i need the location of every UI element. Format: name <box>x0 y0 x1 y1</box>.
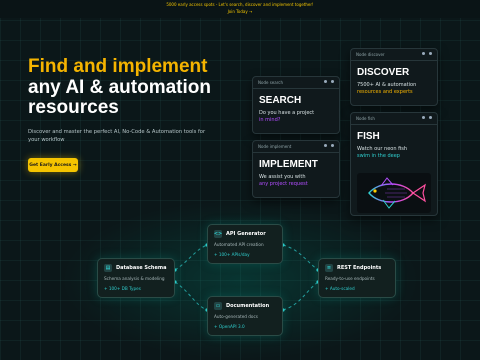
server-icon: ≡ <box>325 264 333 272</box>
node-title: API Generator <box>226 231 266 237</box>
node-stat: + OpenAPI 3.0 <box>214 324 245 329</box>
node-api-generator[interactable]: <> API Generator Automated API creation +… <box>207 224 283 264</box>
node-documentation[interactable]: ▭ Documentation Auto-generated docs + Ope… <box>207 296 283 336</box>
node-title: REST Endpoints <box>337 265 382 271</box>
node-title: Database Schema <box>116 265 167 271</box>
node-stat: + 100+ DB Types <box>104 286 141 291</box>
node-description: Schema analysis & modeling <box>104 276 165 281</box>
document-icon: ▭ <box>214 302 222 310</box>
node-rest-endpoints[interactable]: ≡ REST Endpoints Ready-to-use endpoints +… <box>318 258 396 298</box>
node-description: Auto-generated docs <box>214 314 258 319</box>
node-stat: + Auto-scaled <box>325 286 355 291</box>
node-description: Ready-to-use endpoints <box>325 276 375 281</box>
node-title: Documentation <box>226 303 270 309</box>
node-stat: + 100+ APIs/day <box>214 252 250 257</box>
node-database-schema[interactable]: ▤ Database Schema Schema analysis & model… <box>97 258 175 298</box>
node-description: Automated API creation <box>214 242 264 247</box>
code-icon: <> <box>213 230 223 238</box>
database-icon: ▤ <box>104 264 112 272</box>
